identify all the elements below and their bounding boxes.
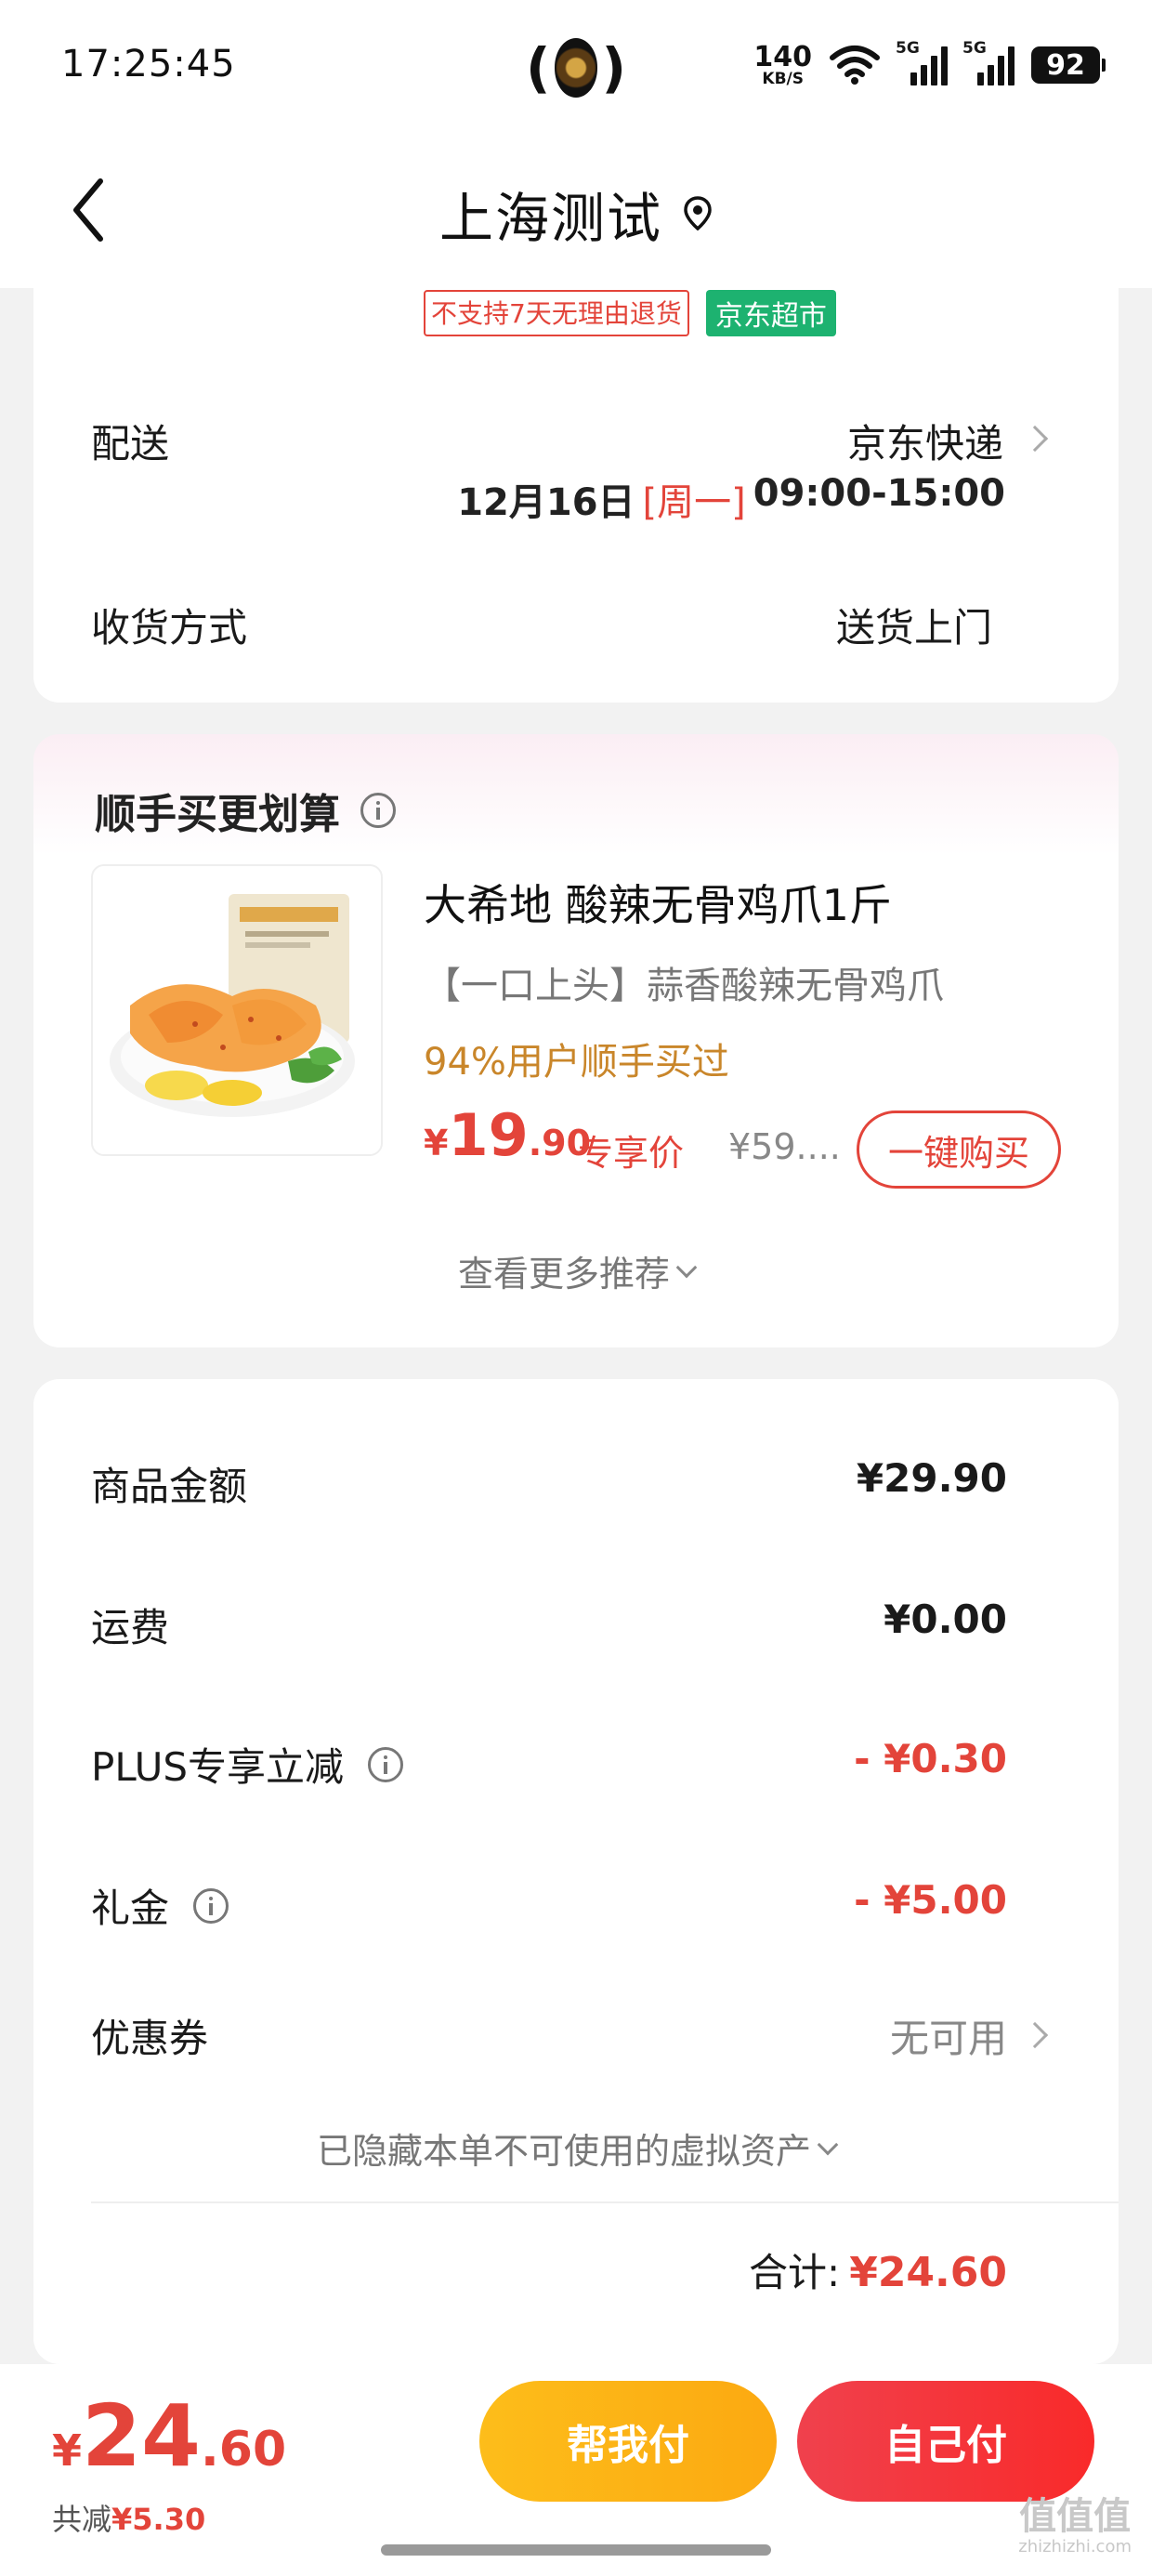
network-speed-value: 140 [753,40,812,73]
more-recommendations-label: 查看更多推荐 [457,1254,670,1295]
coupon-row[interactable]: 优惠券 无可用 [91,2007,1119,2072]
delivery-weekday: [周一] [642,481,746,524]
receive-method-label: 收货方式 [91,605,248,651]
signal-5g-icon-2: 5G [962,39,1015,85]
plus-discount-label: PLUS专享立减 [91,1744,345,1790]
delivery-label: 配送 [91,421,170,467]
gift-money-label-wrap: 礼金 [91,1877,229,1934]
info-icon[interactable] [193,1887,229,1924]
one-click-buy-button[interactable]: 一键购买 [857,1111,1061,1189]
page-title: 上海测试 [439,187,662,250]
gift-money-value: - ¥5.00 [854,1877,1007,1923]
no-return-tag: 不支持7天无理由退货 [424,290,689,336]
chevron-down-icon [817,2134,839,2155]
total-label: 合计: [749,2250,841,2295]
total-saved: 共减¥5.30 [52,2496,205,2539]
help-me-pay-button[interactable]: 帮我付 [479,2381,777,2502]
pay-total-integer: 24 [82,2386,202,2486]
product-stat: 94%用户顺手买过 [424,1041,729,1084]
product-name[interactable]: 大希地 酸辣无骨鸡爪1斤 [424,872,892,933]
recommendation-title: 顺手买更划算 [95,781,396,840]
battery-level: 92 [1046,48,1085,82]
total-saved-label: 共减 [52,2502,112,2537]
hidden-assets-label: 已隐藏本单不可使用的虚拟资产 [316,2131,811,2172]
watermark: 值值值 zhizhizhi.com [1018,2498,1132,2556]
goods-amount-label: 商品金额 [91,1464,248,1509]
price-summary-card: 商品金额 ¥29.90 运费 ¥0.00 PLUS专享立减 - ¥0.30 礼金… [33,1379,1119,2364]
header-title-area[interactable]: 上海测试 [0,175,1152,253]
shipping-label: 运费 [91,1605,170,1650]
product-price: ¥ 19 .90 [424,1101,591,1169]
goods-amount-value: ¥29.90 [856,1455,1007,1501]
info-icon[interactable] [360,793,396,828]
pay-total-symbol: ¥ [52,2425,83,2476]
plus-discount-label-wrap: PLUS专享立减 [91,1736,404,1793]
status-time: 17:25:45 [61,43,236,85]
gift-money-label: 礼金 [91,1886,170,1931]
total-row: 合计: ¥24.60 [749,2241,1007,2298]
battery-icon: 92 [1031,46,1106,84]
watermark-main: 值值值 [1019,2495,1132,2538]
exclusive-price-tag: 专享价 [578,1133,685,1174]
total-saved-value: ¥5.30 [111,2502,206,2537]
delivery-time[interactable]: 12月16日 [周一] 09:00-15:00 [457,472,1005,526]
shipping-row: 运费 ¥0.00 [91,1597,1119,1662]
network-speed: 140 KB/S [753,40,812,88]
gift-money-row: 礼金 - ¥5.00 [91,1877,1119,1942]
chicken-feet-image [93,866,381,1154]
pay-myself-button[interactable]: 自己付 [797,2381,1094,2502]
hidden-assets-toggle[interactable]: 已隐藏本单不可使用的虚拟资产 [33,2123,1119,2174]
info-icon[interactable] [368,1746,404,1782]
shipping-value: ¥0.00 [884,1597,1007,1642]
watermark-sub: zhizhizhi.com [1018,2537,1132,2556]
camera-recording-icon: ( ) [526,36,626,99]
delivery-date: 12月16日 [457,481,635,524]
price-integer: 19 [448,1101,529,1169]
original-price: ¥59.... [728,1126,841,1167]
chevron-right-icon[interactable] [1021,2021,1049,2049]
price-symbol: ¥ [424,1123,449,1163]
store-tag: 京东超市 [705,290,836,336]
coupon-value[interactable]: 无可用 [890,2007,1007,2064]
plus-discount-value: - ¥0.30 [854,1736,1007,1781]
home-indicator[interactable] [381,2544,771,2556]
status-bar: 17:25:45 ( ) 140 KB/S 5G 5G 92 [0,0,1152,139]
delivery-method[interactable]: 京东快递 [847,413,1003,469]
signal-5g-icon-1: 5G [896,39,948,85]
recommendation-title-text: 顺手买更划算 [95,791,340,838]
total-value: ¥24.60 [849,2249,1007,2296]
plus-discount-row: PLUS专享立减 - ¥0.30 [91,1736,1119,1801]
receive-method-value[interactable]: 送货上门 [836,597,992,653]
pay-total-decimal: .60 [201,2422,287,2477]
wifi-icon [830,46,880,85]
page-header: 上海测试 [0,139,1152,288]
delivery-window: 09:00-15:00 [753,472,1005,515]
product-subtitle: 【一口上头】蒜香酸辣无骨鸡爪 [424,965,944,1007]
more-recommendations-button[interactable]: 查看更多推荐 [33,1245,1119,1296]
location-pin-icon [684,196,712,231]
delivery-card: 不支持7天无理由退货 京东超市 配送 京东快递 12月16日 [周一] 09:0… [33,269,1119,703]
divider [91,2201,1119,2203]
signal-2-label: 5G [962,39,987,58]
recommendation-card: 顺手买更划算 大希地 酸辣无骨鸡爪1斤 【一口上头】蒜香酸辣无骨鸡爪 94%用户… [33,734,1119,1347]
network-speed-unit: KB/S [762,69,804,88]
chevron-right-icon[interactable] [1021,425,1049,453]
signal-1-label: 5G [896,39,920,58]
status-indicators: 140 KB/S 5G 5G 92 [753,37,1106,93]
product-tags: 不支持7天无理由退货 京东超市 [424,290,836,336]
pay-total: ¥ 24 .60 [52,2386,286,2486]
goods-amount-row: 商品金额 ¥29.90 [91,1455,1119,1520]
product-image[interactable] [91,864,383,1156]
chevron-down-icon [675,1256,698,1278]
coupon-label: 优惠券 [91,2016,209,2061]
